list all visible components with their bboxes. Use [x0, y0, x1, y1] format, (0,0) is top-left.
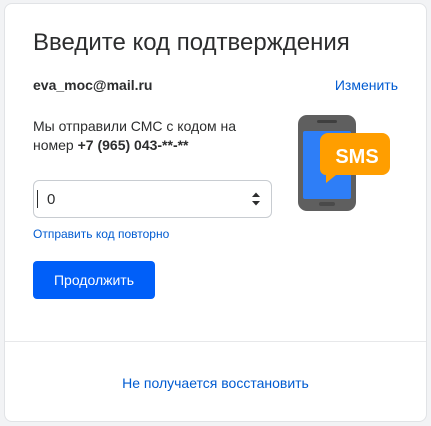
account-email: eva_moc@mail.ru [33, 77, 153, 93]
continue-button[interactable]: Продолжить [33, 261, 155, 299]
page-title: Введите код подтверждения [33, 29, 350, 56]
cannot-recover-link[interactable]: Не получается восстановить [0, 375, 431, 391]
code-input[interactable] [34, 181, 234, 217]
change-account-link[interactable]: Изменить [335, 77, 398, 93]
masked-phone-number: +7 (965) 043-**-** [77, 137, 189, 153]
number-spinner-icon[interactable] [251, 191, 261, 207]
code-field[interactable] [33, 180, 272, 218]
divider [5, 341, 426, 342]
resend-code-link[interactable]: Отправить код повторно [33, 227, 169, 241]
sms-badge-text: SMS [335, 146, 378, 168]
sms-sent-message: Мы отправили СМС с кодом на номер +7 (96… [33, 117, 273, 155]
phone-sms-icon: SMS [298, 115, 390, 211]
